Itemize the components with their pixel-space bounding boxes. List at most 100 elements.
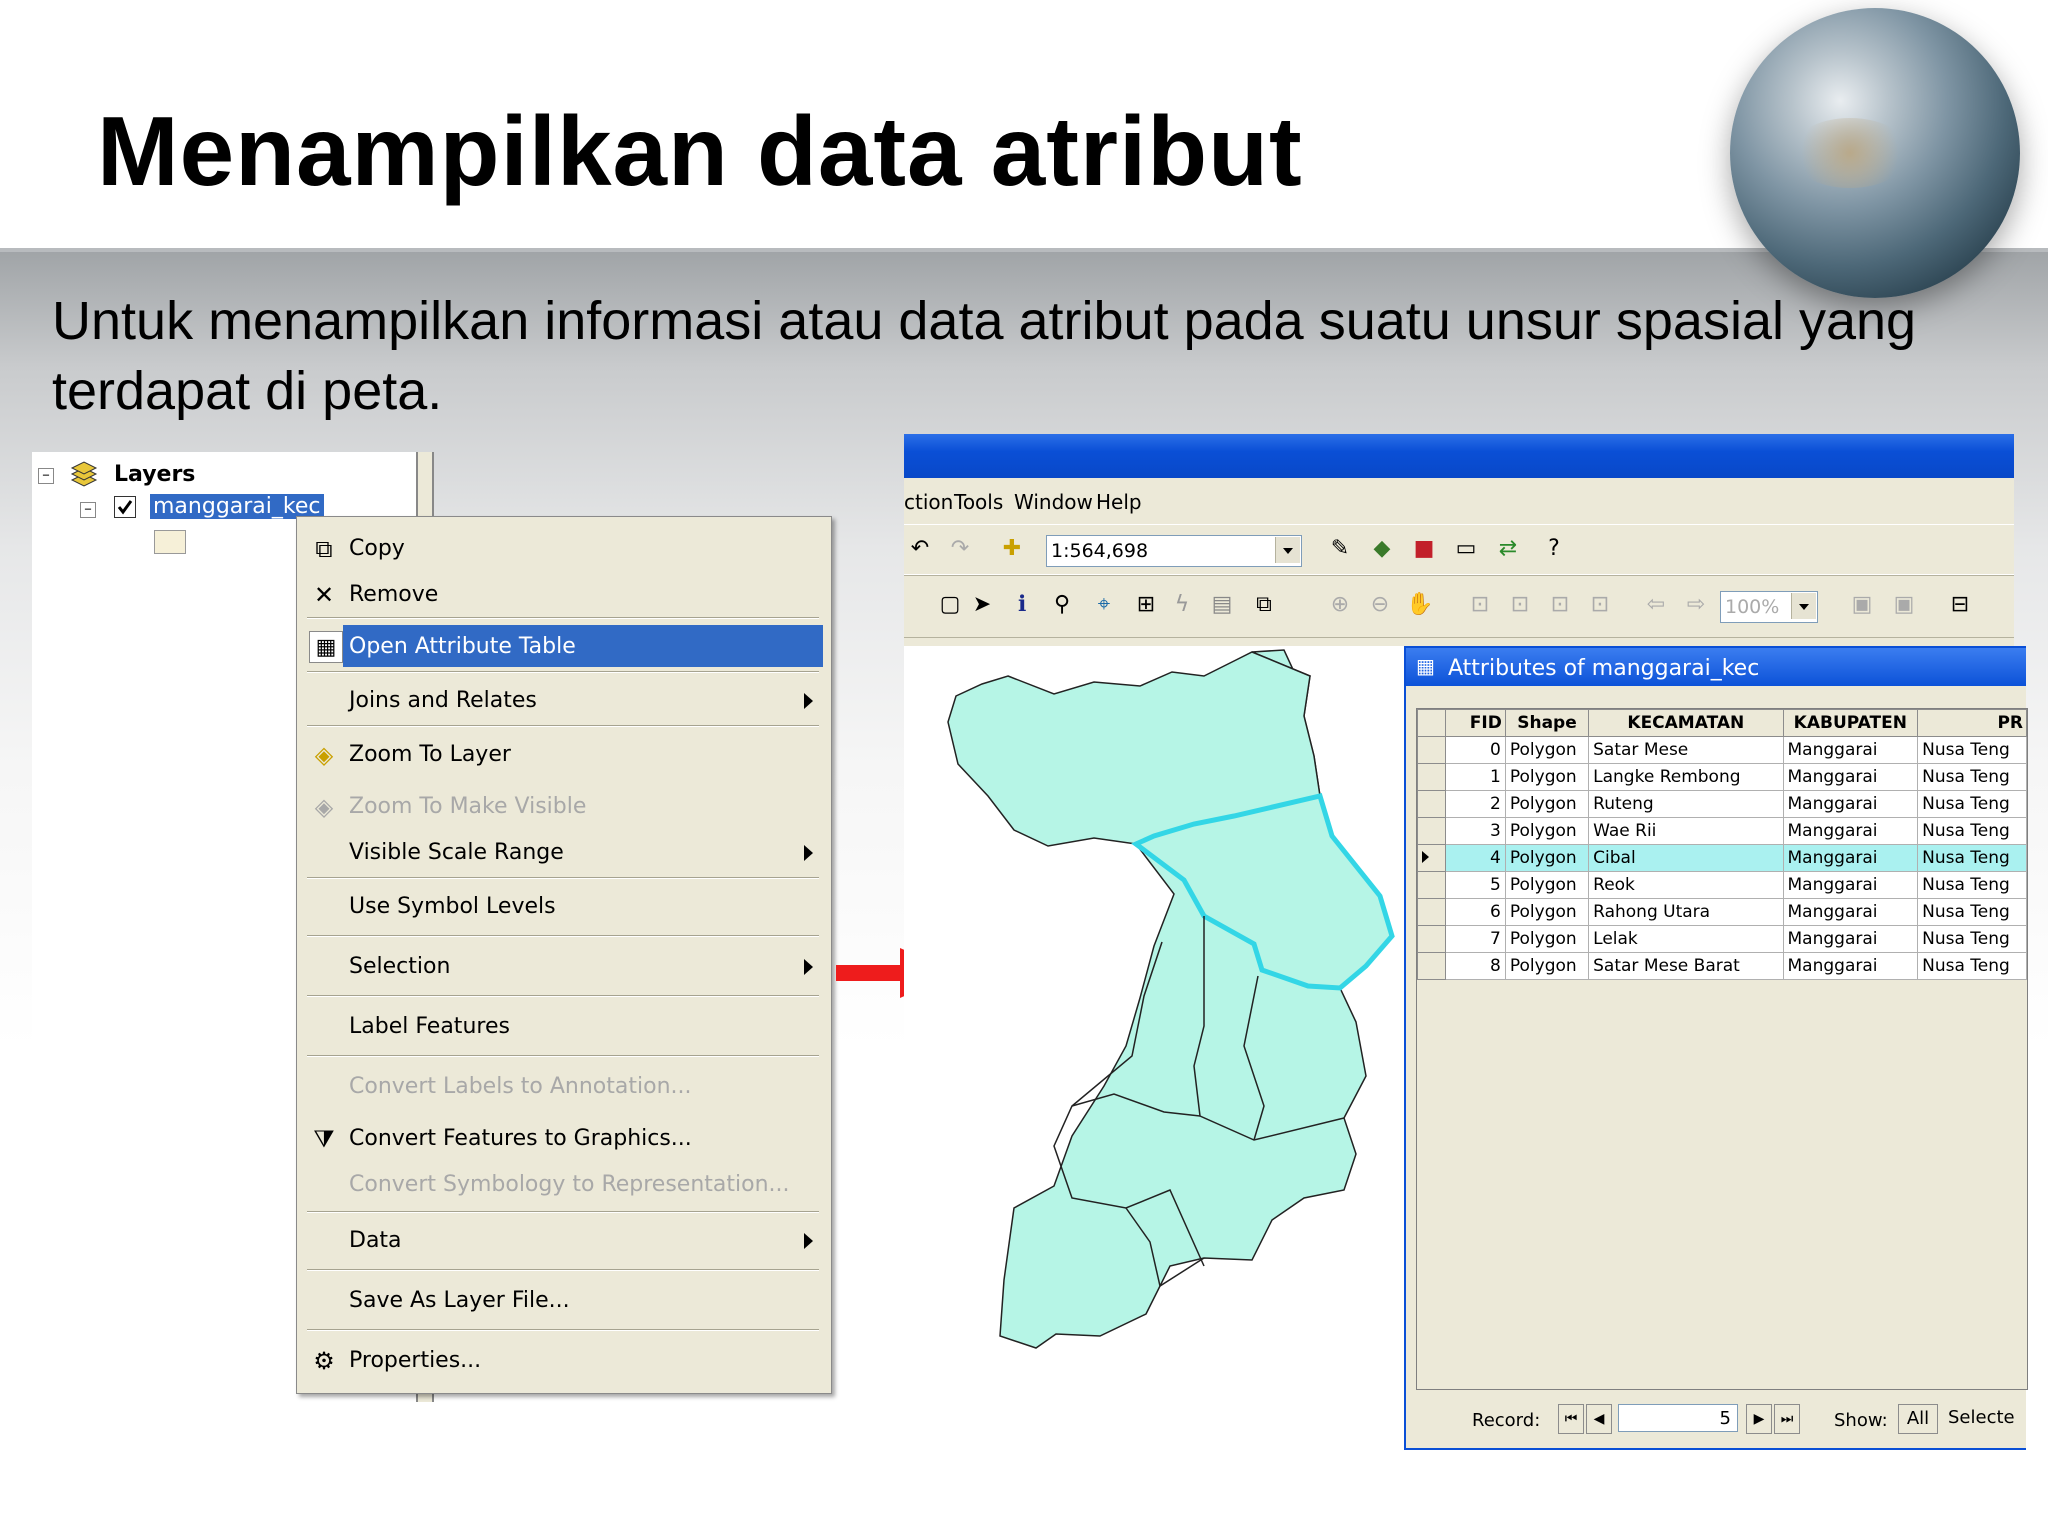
cell-provinsi[interactable]: Nusa Teng (1917, 790, 2027, 818)
command-line-icon[interactable]: ▭ (1450, 533, 1482, 565)
table-row[interactable]: 7 Polygon Lelak Manggarai Nusa Teng (1417, 925, 2027, 953)
cell-kecamatan[interactable]: Reok (1588, 871, 1784, 899)
show-all-button[interactable]: All (1898, 1404, 1938, 1434)
toolbox-icon[interactable]: ■ (1408, 533, 1440, 565)
cell-shape[interactable]: Polygon (1504, 817, 1590, 845)
cell-shape[interactable]: Polygon (1504, 871, 1590, 899)
menu-tools[interactable]: Tools (954, 490, 1003, 514)
html-popup-icon[interactable]: ▤ (1206, 589, 1238, 621)
cell-kecamatan[interactable]: Rahong Utara (1588, 898, 1784, 926)
menu-item-use-symbol-levels[interactable]: Use Symbol Levels (303, 885, 823, 927)
cell-shape[interactable]: Polygon (1504, 736, 1590, 764)
chevron-down-icon[interactable] (1275, 537, 1300, 563)
cell-fid[interactable]: 5 (1444, 871, 1506, 899)
cell-kabupaten[interactable]: Manggarai (1782, 871, 1919, 899)
record-number-input[interactable]: 5 (1618, 1404, 1738, 1432)
cell-provinsi[interactable]: Nusa Teng (1917, 844, 2027, 872)
editor-icon[interactable]: ✎ (1324, 533, 1356, 565)
cell-provinsi[interactable]: Nusa Teng (1917, 736, 2027, 764)
cell-kabupaten[interactable]: Manggarai (1782, 925, 1919, 953)
row-selector[interactable] (1417, 844, 1446, 872)
cell-provinsi[interactable]: Nusa Teng (1917, 871, 2027, 899)
row-selector[interactable] (1417, 925, 1446, 953)
column-header-fid[interactable]: FID (1444, 709, 1506, 737)
cell-kecamatan[interactable]: Satar Mese Barat (1588, 952, 1784, 980)
identify-icon[interactable]: ℹ (1006, 589, 1038, 621)
cell-provinsi[interactable]: Nusa Teng (1917, 817, 2027, 845)
cell-fid[interactable]: 6 (1444, 898, 1506, 926)
menu-item-properties[interactable]: ⚙ Properties... (303, 1339, 823, 1381)
table-row[interactable]: 2 Polygon Ruteng Manggarai Nusa Teng (1417, 790, 2027, 818)
map-scale-combo[interactable]: 1:564,698 (1046, 535, 1302, 567)
measure-icon[interactable]: ⊞ (1130, 589, 1162, 621)
cell-fid[interactable]: 1 (1444, 763, 1506, 791)
cell-provinsi[interactable]: Nusa Teng (1917, 763, 2027, 791)
menu-item-data[interactable]: Data (303, 1219, 823, 1261)
table-row[interactable]: 3 Polygon Wae Rii Manggarai Nusa Teng (1417, 817, 2027, 845)
menu-item-joins-and-relates[interactable]: Joins and Relates (303, 679, 823, 721)
cell-fid[interactable]: 0 (1444, 736, 1506, 764)
table-row[interactable]: 0 Polygon Satar Mese Manggarai Nusa Teng (1417, 736, 2027, 764)
cell-kabupaten[interactable]: Manggarai (1782, 898, 1919, 926)
column-header-provinsi[interactable]: PR (1917, 709, 2027, 737)
column-header-kecamatan[interactable]: KECAMATAN (1588, 709, 1784, 737)
menu-item-convert-features-to-graphics[interactable]: ⧩ Convert Features to Graphics... (303, 1117, 823, 1159)
select-elements-icon[interactable]: ▢ (934, 589, 966, 621)
go-to-xy-icon[interactable]: ⌖ (1088, 589, 1120, 621)
attributes-titlebar[interactable]: ▦ Attributes of manggarai_kec (1406, 648, 2026, 686)
cell-kecamatan[interactable]: Cibal (1588, 844, 1784, 872)
cell-provinsi[interactable]: Nusa Teng (1917, 925, 2027, 953)
pointer-icon[interactable]: ➤ (966, 589, 998, 621)
cell-shape[interactable]: Polygon (1504, 763, 1590, 791)
cell-fid[interactable]: 7 (1444, 925, 1506, 953)
column-header-kabupaten[interactable]: KABUPATEN (1782, 709, 1919, 737)
cell-kecamatan[interactable]: Langke Rembong (1588, 763, 1784, 791)
cell-shape[interactable]: Polygon (1504, 790, 1590, 818)
cell-fid[interactable]: 2 (1444, 790, 1506, 818)
cell-kecamatan[interactable]: Satar Mese (1588, 736, 1784, 764)
row-selector[interactable] (1417, 763, 1446, 791)
cell-shape[interactable]: Polygon (1504, 925, 1590, 953)
add-data-icon[interactable]: ✚ (996, 533, 1028, 565)
row-selector[interactable] (1417, 898, 1446, 926)
layer-visibility-checkbox[interactable] (114, 496, 136, 518)
menu-item-selection[interactable]: Selection (303, 945, 823, 987)
cell-shape[interactable]: Polygon (1504, 898, 1590, 926)
cell-provinsi[interactable]: Nusa Teng (1917, 898, 2027, 926)
collapse-layers-icon[interactable]: − (38, 468, 54, 484)
arctoolbox-icon[interactable]: ◆ (1366, 533, 1398, 565)
cell-shape[interactable]: Polygon (1504, 844, 1590, 872)
show-selected-button[interactable]: Selecte (1942, 1404, 2038, 1432)
table-row[interactable]: 4 Polygon Cibal Manggarai Nusa Teng (1417, 844, 2027, 872)
row-selector[interactable] (1417, 736, 1446, 764)
row-selector[interactable] (1417, 817, 1446, 845)
undo-icon[interactable]: ↶ (904, 533, 936, 565)
row-selector[interactable] (1417, 952, 1446, 980)
menu-window[interactable]: Window (1014, 490, 1093, 514)
cell-fid[interactable]: 8 (1444, 952, 1506, 980)
first-record-icon[interactable]: ⏮ (1558, 1404, 1584, 1434)
cell-kabupaten[interactable]: Manggarai (1782, 817, 1919, 845)
menu-item-save-as-layer-file[interactable]: Save As Layer File... (303, 1279, 823, 1321)
cell-kecamatan[interactable]: Wae Rii (1588, 817, 1784, 845)
cell-provinsi[interactable]: Nusa Teng (1917, 952, 2027, 980)
table-row[interactable]: 5 Polygon Reok Manggarai Nusa Teng (1417, 871, 2027, 899)
menu-selection[interactable]: ction (904, 490, 953, 514)
menu-item-label-features[interactable]: Label Features (303, 1005, 823, 1047)
collapse-layer-icon[interactable]: − (80, 502, 96, 518)
menu-item-zoom-to-layer[interactable]: ◈ Zoom To Layer (303, 733, 823, 775)
last-record-icon[interactable]: ⏭ (1774, 1404, 1800, 1434)
cell-fid[interactable]: 4 (1444, 844, 1506, 872)
table-row[interactable]: 8 Polygon Satar Mese Barat Manggarai Nusa Te… (1417, 952, 2027, 980)
menu-item-open-attribute-table[interactable]: Open Attribute Table (343, 625, 823, 667)
cell-kabupaten[interactable]: Manggarai (1782, 952, 1919, 980)
menu-item-visible-scale-range[interactable]: Visible Scale Range (303, 831, 823, 873)
cell-kecamatan[interactable]: Lelak (1588, 925, 1784, 953)
change-layout-icon[interactable]: ⊟ (1944, 589, 1976, 621)
find-icon[interactable]: ⚲ (1046, 589, 1078, 621)
cell-kabupaten[interactable]: Manggarai (1782, 790, 1919, 818)
menu-help[interactable]: Help (1096, 490, 1142, 514)
cell-kecamatan[interactable]: Ruteng (1588, 790, 1784, 818)
column-header-shape[interactable]: Shape (1504, 709, 1590, 737)
table-row[interactable]: 6 Polygon Rahong Utara Manggarai Nusa Teng (1417, 898, 2027, 926)
